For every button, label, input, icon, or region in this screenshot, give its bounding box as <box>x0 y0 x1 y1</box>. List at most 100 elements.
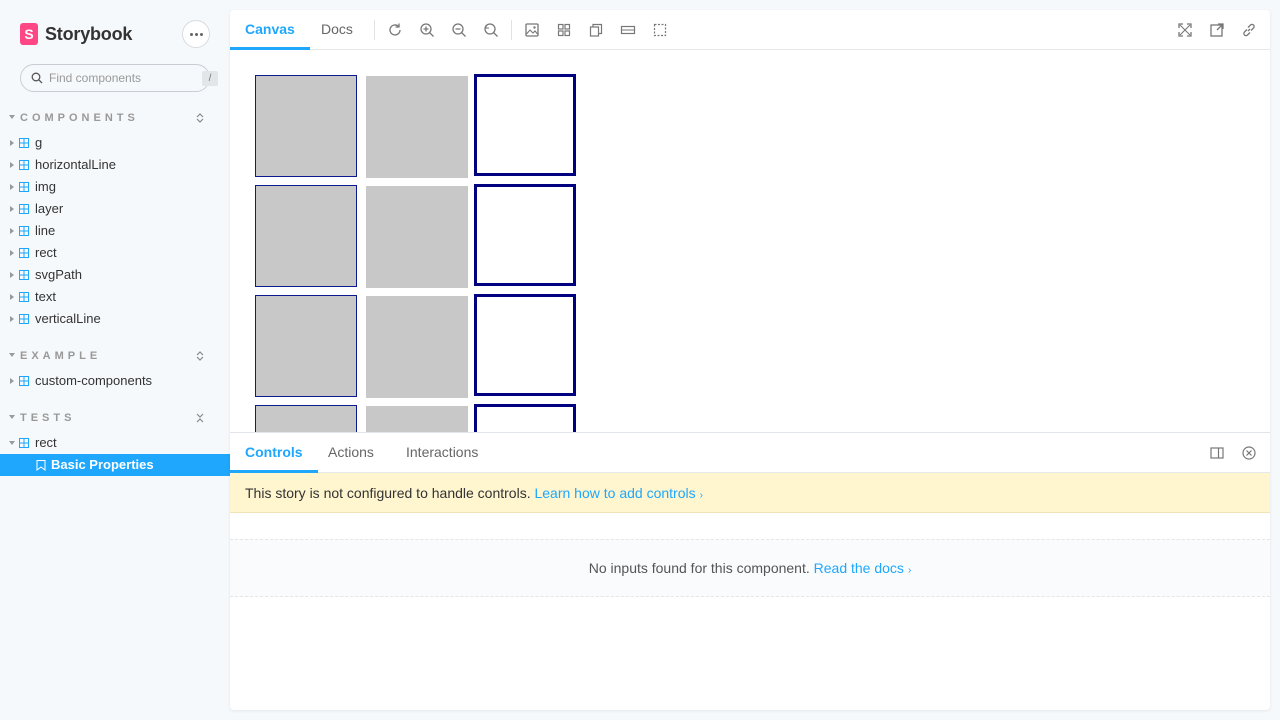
brand-name: Storybook <box>45 23 133 44</box>
learn-controls-link-label: Learn how to add controls <box>534 485 696 501</box>
caret-right-icon <box>10 228 14 234</box>
caret-right-icon <box>10 250 14 256</box>
rect-gray-thin-border <box>255 405 357 432</box>
component-icon <box>19 314 29 324</box>
tree-item-label: img <box>35 179 56 194</box>
tree-item-layer[interactable]: layer <box>0 198 230 220</box>
read-docs-link-label: Read the docs <box>813 560 904 576</box>
section-example[interactable]: EXAMPLE <box>0 348 230 364</box>
tree-item-custom-components[interactable]: custom-components <box>0 370 230 392</box>
tab-canvas[interactable]: Canvas <box>230 10 310 50</box>
notice-text: This story is not configured to handle c… <box>245 485 531 501</box>
tree-item-label: rect <box>35 245 57 260</box>
viewport-icon[interactable] <box>588 22 604 38</box>
story-basic-properties[interactable]: Basic Properties <box>0 454 230 476</box>
caret-down-icon <box>9 441 15 445</box>
bookmark-icon <box>36 460 46 471</box>
search-icon <box>31 72 43 84</box>
brand[interactable]: S Storybook <box>20 23 132 45</box>
toolbar: Canvas Docs <box>230 10 1270 50</box>
close-panel-icon[interactable] <box>1242 446 1256 460</box>
tree-item-line[interactable]: line <box>0 220 230 242</box>
section-tests[interactable]: TESTS <box>0 410 230 426</box>
rect-gray-thin-border <box>255 295 357 397</box>
rect-gray-thin-border <box>255 75 357 177</box>
section-title: TESTS <box>20 412 76 424</box>
caret-down-icon <box>9 415 15 419</box>
component-icon <box>19 138 29 148</box>
addons-panel: Controls Actions Interactions This story… <box>230 432 1270 710</box>
chevron-right-icon: › <box>907 565 912 576</box>
tree-item-svgpath[interactable]: svgPath <box>0 264 230 286</box>
open-new-tab-icon[interactable] <box>1209 22 1225 38</box>
grid-icon[interactable] <box>556 22 572 38</box>
controls-notice: This story is not configured to handle c… <box>230 473 1270 513</box>
rect-gray <box>366 406 468 432</box>
caret-down-icon <box>9 353 15 357</box>
toolbar-divider <box>374 20 375 40</box>
component-icon <box>19 438 29 448</box>
outline-icon[interactable] <box>652 22 668 38</box>
measure-icon[interactable] <box>620 22 636 38</box>
caret-right-icon <box>10 272 14 278</box>
tab-docs[interactable]: Docs <box>306 10 368 50</box>
tree-item-img[interactable]: img <box>0 176 230 198</box>
section-components[interactable]: COMPONENTS <box>0 110 230 126</box>
background-icon[interactable] <box>524 22 540 38</box>
sidebar: S Storybook / COMPONENTS g horizontalLin… <box>0 0 230 720</box>
tree-item-label: svgPath <box>35 267 82 282</box>
tree-item-label: text <box>35 289 56 304</box>
rect-gray <box>366 296 468 398</box>
component-icon <box>19 376 29 386</box>
tree-item-verticalline[interactable]: verticalLine <box>0 308 230 330</box>
search-input[interactable] <box>49 65 189 91</box>
component-icon <box>19 270 29 280</box>
component-icon <box>19 248 29 258</box>
menu-button[interactable] <box>182 20 210 48</box>
expand-collapse-icon[interactable] <box>194 112 206 124</box>
tree-item-text[interactable]: text <box>0 286 230 308</box>
main-panel: Canvas Docs Controls Actions Interaction… <box>230 10 1270 710</box>
logo-letter: S <box>24 26 34 42</box>
zoom-reset-icon[interactable] <box>483 22 499 38</box>
fullscreen-icon[interactable] <box>1177 22 1193 38</box>
caret-right-icon <box>10 140 14 146</box>
copy-link-icon[interactable] <box>1241 22 1257 38</box>
learn-controls-link[interactable]: Learn how to add controls › <box>534 485 702 501</box>
search-box: / <box>20 64 218 92</box>
zoom-out-icon[interactable] <box>451 22 467 38</box>
component-icon <box>19 182 29 192</box>
tree-item-horizontalline[interactable]: horizontalLine <box>0 154 230 176</box>
tree-item-rect[interactable]: rect <box>0 242 230 264</box>
canvas-preview <box>230 51 1270 432</box>
tree-item-label: rect <box>35 435 57 450</box>
search-shortcut-badge: / <box>202 71 218 86</box>
reload-icon[interactable] <box>387 22 403 38</box>
expand-collapse-icon[interactable] <box>194 350 206 362</box>
tab-interactions[interactable]: Interactions <box>391 433 493 473</box>
rect-gray <box>366 186 468 288</box>
zoom-in-icon[interactable] <box>419 22 435 38</box>
storybook-logo-icon: S <box>20 23 38 45</box>
panel-orientation-icon[interactable] <box>1210 446 1224 460</box>
tree-item-label: horizontalLine <box>35 157 116 172</box>
rect-white-thick-border <box>474 404 576 432</box>
empty-state: No inputs found for this component. Read… <box>230 539 1270 597</box>
tree-item-label: g <box>35 135 43 150</box>
tab-controls[interactable]: Controls <box>230 433 318 473</box>
component-icon <box>19 292 29 302</box>
caret-right-icon <box>10 316 14 322</box>
rect-gray <box>366 76 468 178</box>
rect-white-thick-border <box>474 184 576 286</box>
rect-white-thick-border <box>474 74 576 176</box>
collapse-icon[interactable] <box>194 412 206 424</box>
caret-down-icon <box>9 115 15 119</box>
tree-item-label: layer <box>35 201 64 216</box>
story-label: Basic Properties <box>51 457 154 472</box>
chevron-right-icon: › <box>699 490 703 501</box>
tree-item-tests-rect[interactable]: rect <box>0 432 230 454</box>
tree-item-g[interactable]: g <box>0 132 230 154</box>
read-docs-link[interactable]: Read the docs › <box>814 560 912 576</box>
component-icon <box>19 160 29 170</box>
tab-actions[interactable]: Actions <box>313 433 389 473</box>
